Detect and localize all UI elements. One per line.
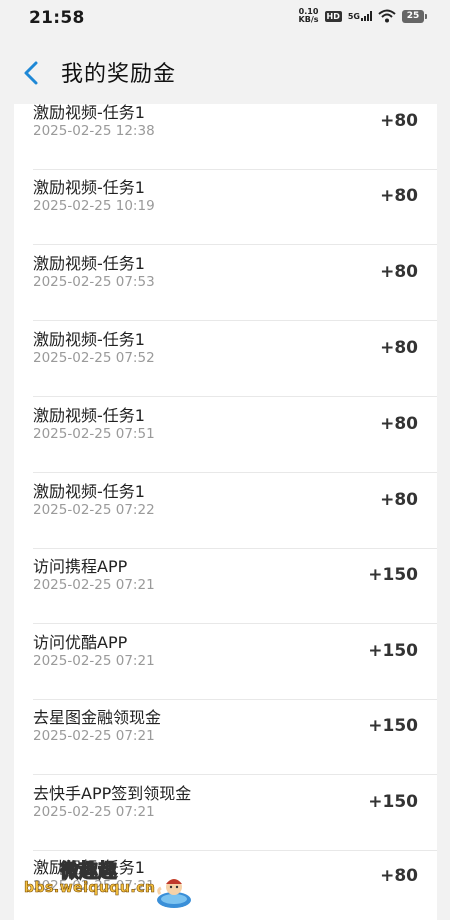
reward-amount: +150 xyxy=(368,565,418,585)
divider xyxy=(33,244,437,245)
reward-time: 2025-02-25 12:38 xyxy=(33,123,155,139)
reward-time: 2025-02-25 07:53 xyxy=(33,274,155,290)
reward-amount: +80 xyxy=(380,338,418,358)
reward-amount: +80 xyxy=(380,262,418,282)
reward-title: 激励视频-任务1 xyxy=(33,254,145,273)
chevron-left-icon xyxy=(24,61,38,85)
reward-time: 2025-02-25 07:21 xyxy=(33,577,155,593)
reward-title: 访问携程APP xyxy=(33,557,128,576)
reward-amount: +80 xyxy=(380,111,418,131)
reward-item[interactable]: 激励视频-任务1 2025-02-25 07:22 +80 xyxy=(14,474,437,549)
reward-title: 激励视频-任务1 xyxy=(33,330,145,349)
reward-amount: +80 xyxy=(380,866,418,886)
battery-icon: 25 xyxy=(402,9,427,23)
network-speed-indicator: 0.10 KB/s xyxy=(299,8,319,24)
back-button[interactable] xyxy=(14,56,48,90)
reward-list[interactable]: 激励视频-任务1 2025-02-25 12:38 +80 激励视频-任务1 2… xyxy=(14,104,437,920)
divider xyxy=(33,396,437,397)
divider xyxy=(33,320,437,321)
mascot-icon xyxy=(157,879,191,908)
watermark-title: 微趣趣 xyxy=(59,859,118,882)
reward-title: 访问优酷APP xyxy=(33,633,128,652)
reward-item[interactable]: 访问优酷APP 2025-02-25 07:21 +150 xyxy=(14,625,437,700)
reward-item[interactable]: 激励视频-任务1 2025-02-25 07:51 +80 xyxy=(14,398,437,473)
reward-time: 2025-02-25 10:19 xyxy=(33,198,155,214)
hd-icon: HD xyxy=(324,10,342,22)
reward-title: 激励视频-任务1 xyxy=(33,178,145,197)
reward-title: 去快手APP签到领现金 xyxy=(33,784,192,803)
reward-item[interactable]: 去快手APP签到领现金 2025-02-25 07:21 +150 xyxy=(14,776,437,851)
reward-title: 激励视频-任务1 xyxy=(33,406,145,425)
divider xyxy=(33,472,437,473)
reward-amount: +80 xyxy=(380,490,418,510)
reward-time: 2025-02-25 07:22 xyxy=(33,502,155,518)
reward-title: 激励视频-任务1 xyxy=(33,104,145,122)
reward-amount: +80 xyxy=(380,186,418,206)
reward-amount: +80 xyxy=(380,414,418,434)
reward-amount: +150 xyxy=(368,792,418,812)
reward-item[interactable]: 访问携程APP 2025-02-25 07:21 +150 xyxy=(14,549,437,624)
network-type-label: 5G xyxy=(347,12,360,21)
page-title: 我的奖励金 xyxy=(61,62,177,87)
wifi-icon xyxy=(378,9,396,23)
reward-item[interactable]: 激励视频-任务1 2025-02-25 12:38 +80 xyxy=(14,104,437,170)
reward-amount: +150 xyxy=(368,716,418,736)
reward-time: 2025-02-25 07:21 xyxy=(33,653,155,669)
status-time: 21:58 xyxy=(29,8,85,28)
reward-item[interactable]: 去星图金融领现金 2025-02-25 07:21 +150 xyxy=(14,700,437,775)
page-header: 我的奖励金 xyxy=(0,38,450,104)
site-watermark: 微趣趣 bbs.weiququ.cn xyxy=(20,856,220,920)
reward-item[interactable]: 激励视频-任务1 2025-02-25 07:53 +80 xyxy=(14,246,437,321)
reward-title: 去星图金融领现金 xyxy=(33,708,162,727)
divider xyxy=(33,623,437,624)
reward-item[interactable]: 激励视频-任务1 2025-02-25 07:52 +80 xyxy=(14,322,437,397)
status-icons: 0.10 KB/s HD 5G 25 xyxy=(299,8,427,24)
reward-time: 2025-02-25 07:21 xyxy=(33,728,155,744)
watermark-url: bbs.weiququ.cn xyxy=(24,880,156,897)
status-bar: 21:58 0.10 KB/s HD 5G 25 xyxy=(0,0,450,38)
reward-time: 2025-02-25 07:52 xyxy=(33,350,155,366)
network-speed-unit: KB/s xyxy=(298,15,319,24)
reward-title: 激励视频-任务1 xyxy=(33,482,145,501)
reward-time: 2025-02-25 07:21 xyxy=(33,804,155,820)
reward-amount: +150 xyxy=(368,641,418,661)
divider xyxy=(33,774,437,775)
cellular-signal-icon: 5G xyxy=(348,11,372,21)
reward-item[interactable]: 激励视频-任务1 2025-02-25 10:19 +80 xyxy=(14,170,437,245)
reward-time: 2025-02-25 07:51 xyxy=(33,426,155,442)
